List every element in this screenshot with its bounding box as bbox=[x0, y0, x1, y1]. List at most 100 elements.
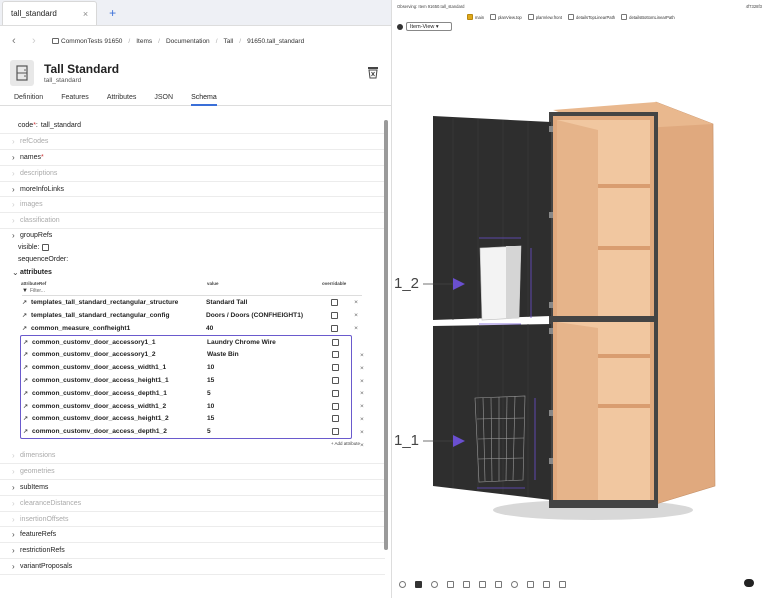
schema-row-clearancedistances[interactable]: › clearanceDistances bbox=[0, 496, 385, 512]
checkbox[interactable] bbox=[490, 14, 497, 20]
schema-row-moreinfolinks[interactable]: › moreInfoLinks bbox=[0, 182, 385, 198]
attribute-value[interactable]: 40 bbox=[206, 325, 319, 332]
delete-icon[interactable]: × bbox=[360, 388, 364, 401]
option-details-top[interactable]: detailsTopLinearPath bbox=[567, 14, 615, 20]
overridable-checkbox[interactable] bbox=[320, 376, 350, 384]
attribute-value[interactable]: 15 bbox=[207, 415, 320, 422]
trash-icon[interactable] bbox=[367, 66, 379, 79]
attribute-value[interactable]: 5 bbox=[207, 390, 320, 397]
schema-row-subitems[interactable]: › subItems bbox=[0, 480, 385, 496]
delete-icon[interactable]: × bbox=[349, 312, 363, 319]
delete-icon[interactable]: × bbox=[360, 376, 364, 389]
grid-icon[interactable] bbox=[495, 580, 502, 588]
scrollbar-thumb[interactable] bbox=[384, 120, 388, 550]
camera-icon[interactable] bbox=[415, 580, 422, 588]
settings-icon[interactable] bbox=[431, 580, 438, 588]
checkbox[interactable] bbox=[467, 14, 473, 20]
measure-icon[interactable] bbox=[479, 580, 486, 588]
attribute-value[interactable]: 10 bbox=[207, 364, 320, 371]
cloud-icon[interactable] bbox=[744, 579, 754, 587]
schema-row-classification[interactable]: › classification bbox=[0, 213, 385, 230]
delete-icon[interactable]: × bbox=[360, 401, 364, 414]
tab-schema[interactable]: Schema bbox=[191, 90, 217, 106]
external-link-icon[interactable]: ↗ bbox=[21, 428, 32, 435]
delete-icon[interactable]: × bbox=[360, 350, 364, 363]
external-link-icon[interactable]: ↗ bbox=[21, 377, 32, 384]
tab-features[interactable]: Features bbox=[61, 90, 89, 106]
external-link-icon[interactable]: ↗ bbox=[21, 415, 32, 422]
overridable-checkbox[interactable] bbox=[320, 338, 350, 346]
overridable-checkbox[interactable] bbox=[320, 351, 350, 359]
filter-input[interactable]: ▼ Filter... bbox=[22, 287, 362, 297]
schema-row-geometries[interactable]: › geometries bbox=[0, 464, 385, 480]
option-details-bottom[interactable]: detailsBottomLinearPath bbox=[621, 14, 675, 20]
option-planview-top[interactable]: planView.top bbox=[490, 14, 522, 20]
tab-json[interactable]: JSON bbox=[154, 90, 173, 106]
overridable-checkbox[interactable] bbox=[320, 428, 350, 436]
external-link-icon[interactable]: ↗ bbox=[20, 299, 31, 306]
schema-row-dimensions[interactable]: › dimensions bbox=[0, 448, 385, 464]
tab-definition[interactable]: Definition bbox=[14, 90, 43, 106]
attribute-value[interactable]: 10 bbox=[207, 403, 320, 410]
visible-checkbox[interactable] bbox=[42, 243, 50, 251]
delete-icon[interactable]: × bbox=[360, 427, 364, 440]
close-icon[interactable]: × bbox=[83, 9, 88, 19]
schema-row-insertionoffsets[interactable]: › insertionOffsets bbox=[0, 512, 385, 528]
schema-row-restrictionrefs[interactable]: › restrictionRefs bbox=[0, 543, 385, 560]
schema-row-grouprefs[interactable]: › groupRefs bbox=[0, 229, 385, 241]
external-link-icon[interactable]: ↗ bbox=[21, 339, 32, 346]
add-attribute-button[interactable]: + Add attribute bbox=[20, 439, 360, 448]
pencil-icon[interactable] bbox=[463, 580, 470, 588]
scrollbar[interactable] bbox=[384, 120, 388, 550]
sequence-order-label[interactable]: sequenceOrder: bbox=[18, 256, 68, 263]
layers-icon[interactable] bbox=[447, 580, 454, 588]
view-select[interactable]: Item-View ▾ bbox=[406, 22, 452, 31]
palette-icon[interactable] bbox=[399, 580, 406, 588]
overridable-checkbox[interactable] bbox=[319, 311, 349, 319]
back-icon[interactable]: ‹ bbox=[12, 35, 26, 47]
export-icon[interactable] bbox=[559, 580, 566, 588]
tab-attributes[interactable]: Attributes bbox=[107, 90, 137, 106]
delete-icon[interactable]: × bbox=[349, 299, 363, 306]
forward-icon[interactable]: › bbox=[32, 35, 46, 47]
attribute-value[interactable]: Doors / Doors (CONFHEIGHT1) bbox=[206, 312, 319, 319]
schema-row-images[interactable]: › images bbox=[0, 197, 385, 214]
delete-icon[interactable]: × bbox=[360, 414, 364, 427]
code-input[interactable]: tall_standard bbox=[41, 122, 81, 129]
tree-icon[interactable] bbox=[543, 580, 550, 588]
breadcrumb-item-items[interactable]: Items bbox=[136, 38, 152, 45]
external-link-icon[interactable]: ↗ bbox=[20, 325, 31, 332]
overridable-checkbox[interactable] bbox=[320, 415, 350, 423]
schema-row-refcodes[interactable]: › refCodes bbox=[0, 134, 385, 150]
overridable-checkbox[interactable] bbox=[320, 402, 350, 410]
breadcrumb-item-project[interactable]: CommonTests 91650 bbox=[52, 38, 122, 45]
delete-icon[interactable]: × bbox=[360, 440, 364, 453]
breadcrumb-item-tall[interactable]: Tall bbox=[224, 38, 234, 45]
attribute-value[interactable]: 15 bbox=[207, 377, 320, 384]
option-planview-front[interactable]: planView.front bbox=[527, 14, 562, 20]
external-link-icon[interactable]: ↗ bbox=[21, 364, 32, 371]
attribute-value[interactable]: 5 bbox=[207, 428, 320, 435]
schema-row-variantproposals[interactable]: › variantProposals bbox=[0, 559, 385, 576]
list-icon[interactable] bbox=[527, 580, 534, 588]
checkbox[interactable] bbox=[567, 14, 574, 20]
overridable-checkbox[interactable] bbox=[319, 324, 349, 332]
schema-row-names[interactable]: › names * bbox=[0, 150, 385, 166]
add-tab-button[interactable]: + bbox=[97, 1, 128, 25]
schema-row-featurerefs[interactable]: › featureRefs bbox=[0, 527, 385, 544]
breadcrumb-item-documentation[interactable]: Documentation bbox=[166, 38, 210, 45]
overridable-checkbox[interactable] bbox=[320, 364, 350, 372]
external-link-icon[interactable]: ↗ bbox=[20, 312, 31, 319]
3d-viewport[interactable] bbox=[393, 34, 766, 574]
attribute-value[interactable]: Laundry Chrome Wire bbox=[207, 339, 320, 346]
delete-icon[interactable]: × bbox=[360, 363, 364, 376]
overridable-checkbox[interactable] bbox=[320, 389, 350, 397]
external-link-icon[interactable]: ↗ bbox=[21, 403, 32, 410]
attribute-value[interactable]: Waste Bin bbox=[207, 351, 320, 358]
delete-icon[interactable]: × bbox=[349, 325, 363, 332]
checkbox[interactable] bbox=[621, 14, 628, 20]
target-icon[interactable] bbox=[511, 580, 518, 588]
tab-tall-standard[interactable]: tall_standard × bbox=[2, 1, 98, 25]
external-link-icon[interactable]: ↗ bbox=[21, 390, 32, 397]
overridable-checkbox[interactable] bbox=[319, 299, 349, 307]
